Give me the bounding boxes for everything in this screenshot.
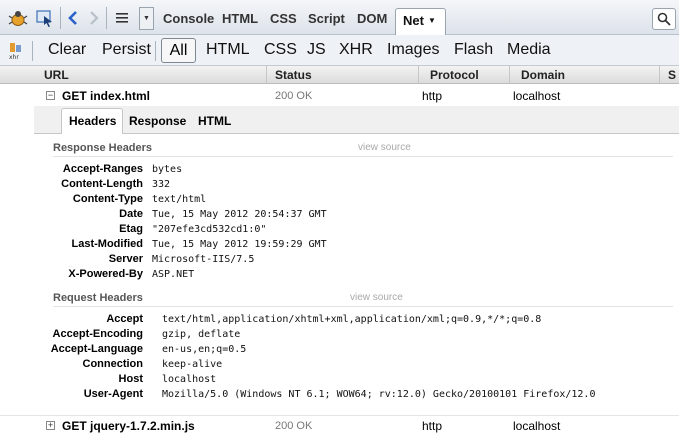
filter-xhr-button[interactable]: XHR bbox=[339, 41, 373, 59]
header-name: Accept-Ranges bbox=[62, 163, 143, 175]
header-name: X-Powered-By bbox=[68, 268, 143, 280]
table-row[interactable]: + GET jquery-1.7.2.min.js 200 OK http lo… bbox=[0, 415, 679, 435]
tab-dom[interactable]: DOM bbox=[357, 11, 387, 26]
request-domain: localhost bbox=[513, 419, 561, 433]
header-name: Content-Length bbox=[61, 178, 143, 190]
header-value: 332 bbox=[152, 179, 171, 190]
tab-script[interactable]: Script bbox=[308, 11, 345, 26]
request-url: GET jquery-1.7.2.min.js bbox=[62, 419, 195, 433]
tab-headers[interactable]: Headers bbox=[69, 114, 116, 128]
header-value: en-us,en;q=0.5 bbox=[162, 344, 247, 355]
persist-button[interactable]: Persist bbox=[102, 41, 151, 59]
column-protocol[interactable]: Protocol bbox=[418, 66, 509, 83]
header-name: Etag bbox=[119, 223, 143, 235]
tab-css[interactable]: CSS bbox=[270, 11, 297, 26]
header-name: Content-Type bbox=[72, 193, 143, 205]
column-url[interactable]: URL bbox=[34, 66, 266, 83]
search-icon bbox=[657, 12, 671, 26]
headers-body: Response Headers view source Accept-Rang… bbox=[34, 134, 679, 409]
expand-toggle[interactable]: + bbox=[46, 421, 55, 430]
filter-html-button[interactable]: HTML bbox=[206, 41, 250, 59]
filter-js-button[interactable]: JS bbox=[307, 41, 326, 59]
header-name: Server bbox=[108, 253, 143, 265]
header-name: Date bbox=[119, 208, 143, 220]
filter-media-button[interactable]: Media bbox=[507, 41, 551, 59]
filter-css-button[interactable]: CSS bbox=[264, 41, 297, 59]
header-value: ASP.NET bbox=[152, 269, 195, 280]
search-button[interactable] bbox=[652, 8, 676, 30]
forward-arrow-icon[interactable] bbox=[84, 8, 104, 28]
header-name: Accept bbox=[106, 313, 143, 325]
response-headers-title: Response Headers bbox=[53, 142, 153, 154]
request-protocol: http bbox=[422, 89, 443, 103]
detail-tabs: Headers Response HTML bbox=[34, 106, 679, 135]
xhr-icon[interactable]: xhr bbox=[9, 42, 23, 60]
toolbar-separator bbox=[106, 7, 107, 29]
menu-dropdown-button[interactable]: ▼ bbox=[139, 7, 154, 30]
toolbar-separator bbox=[60, 7, 61, 29]
column-domain[interactable]: Domain bbox=[509, 66, 659, 83]
header-value: Mozilla/5.0 (Windows NT 6.1; WOW64; rv:1… bbox=[162, 389, 596, 400]
svg-text:xhr: xhr bbox=[9, 54, 19, 60]
inspect-icon[interactable] bbox=[35, 8, 55, 28]
header-name: User-Agent bbox=[83, 388, 143, 400]
header-name: Accept-Encoding bbox=[52, 328, 143, 340]
tab-net[interactable]: Net ▼ bbox=[395, 8, 446, 35]
header-value: Microsoft-IIS/7.5 bbox=[152, 254, 255, 265]
header-value: "207efe3cd532cd1:0" bbox=[152, 224, 267, 235]
tab-html[interactable]: HTML bbox=[222, 11, 258, 26]
menu-icon[interactable] bbox=[112, 8, 132, 28]
tab-console[interactable]: Console bbox=[163, 11, 214, 26]
filter-images-button[interactable]: Images bbox=[387, 41, 439, 59]
column-status[interactable]: Status bbox=[266, 66, 418, 83]
request-domain: localhost bbox=[513, 89, 561, 103]
header-value: bytes bbox=[152, 164, 183, 175]
clear-button[interactable]: Clear bbox=[48, 41, 86, 59]
toolbar-separator bbox=[155, 41, 156, 61]
net-filter-bar: xhr Clear Persist All HTML CSS JS XHR Im… bbox=[0, 35, 679, 66]
section-divider bbox=[53, 156, 673, 157]
request-detail-panel: Headers Response HTML Response Headers v… bbox=[34, 106, 679, 409]
header-value: text/html,application/xhtml+xml,applicat… bbox=[162, 314, 542, 325]
table-row[interactable]: − GET index.html 200 OK http localhost bbox=[0, 86, 679, 106]
request-url: GET index.html bbox=[62, 89, 151, 103]
header-value: localhost bbox=[162, 374, 217, 385]
header-value: keep-alive bbox=[162, 359, 223, 370]
collapse-toggle[interactable]: − bbox=[46, 91, 55, 100]
section-divider bbox=[53, 306, 673, 307]
header-value: Tue, 15 May 2012 19:59:29 GMT bbox=[152, 239, 327, 250]
chevron-down-icon: ▼ bbox=[427, 16, 436, 25]
firebug-toolbar: ▼ Console HTML CSS Script DOM Net ▼ bbox=[0, 0, 679, 35]
header-value: text/html bbox=[152, 194, 207, 205]
toolbar-separator bbox=[32, 41, 33, 61]
firebug-icon[interactable] bbox=[8, 8, 28, 28]
request-headers-title: Request Headers bbox=[53, 292, 143, 304]
tab-response[interactable]: Response bbox=[129, 114, 186, 128]
header-value: gzip, deflate bbox=[162, 329, 241, 340]
filter-all-button[interactable]: All bbox=[161, 38, 196, 63]
request-protocol: http bbox=[422, 419, 443, 433]
request-view-source-link[interactable]: view source bbox=[350, 292, 403, 303]
header-name: Connection bbox=[82, 358, 144, 370]
back-arrow-icon[interactable] bbox=[63, 8, 83, 28]
column-size[interactable]: S bbox=[659, 66, 679, 83]
header-name: Last-Modified bbox=[71, 238, 144, 250]
chevron-down-icon: ▼ bbox=[143, 15, 150, 22]
request-status: 200 OK bbox=[275, 90, 313, 102]
request-status: 200 OK bbox=[275, 420, 313, 432]
tab-detail-html[interactable]: HTML bbox=[198, 114, 231, 128]
header-name: Accept-Language bbox=[50, 343, 143, 355]
filter-flash-button[interactable]: Flash bbox=[454, 41, 493, 59]
response-view-source-link[interactable]: view source bbox=[358, 142, 411, 153]
tab-net-label: Net bbox=[403, 13, 424, 28]
header-name: Host bbox=[118, 373, 143, 385]
request-table-header: URL Status Protocol Domain S bbox=[0, 66, 679, 84]
header-value: Tue, 15 May 2012 20:54:37 GMT bbox=[152, 209, 327, 220]
